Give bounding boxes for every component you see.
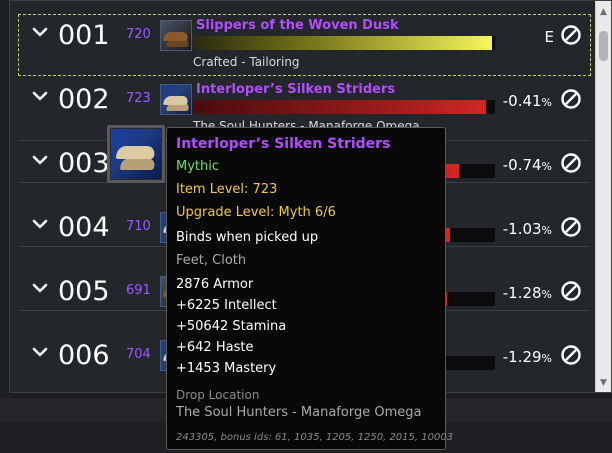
score-delta-value: -0.74 xyxy=(502,156,542,174)
block-icon[interactable] xyxy=(560,216,582,238)
score-delta: -0.74% xyxy=(503,156,552,174)
row-rank: 004 xyxy=(58,212,110,243)
score-bar-fill xyxy=(193,100,486,114)
item-level: 723 xyxy=(126,91,151,106)
score-delta: E xyxy=(545,28,554,46)
row-rank: 003 xyxy=(58,148,110,179)
row-rank: 006 xyxy=(58,340,110,371)
item-icon[interactable] xyxy=(160,20,192,51)
tooltip-stat-haste: +642 Haste xyxy=(176,340,254,355)
item-icon[interactable] xyxy=(160,84,192,115)
score-bar xyxy=(193,36,495,50)
tooltip-item-icon xyxy=(107,125,165,183)
row-rank: 001 xyxy=(58,20,110,51)
block-icon[interactable] xyxy=(560,152,582,174)
scroll-down-icon[interactable]: ▼ xyxy=(596,376,611,390)
chevron-down-icon[interactable] xyxy=(31,151,51,171)
tooltip-item-ids: 243305, bonus ids: 61, 1035, 1205, 1250,… xyxy=(176,432,454,443)
tooltip-item-level: Item Level: 723 xyxy=(176,182,278,197)
item-source: Crafted - Tailoring xyxy=(193,55,300,69)
score-delta-value: -1.29 xyxy=(502,348,542,366)
score-delta: -0.41% xyxy=(503,92,552,110)
tooltip-item-name: Interloper’s Silken Striders xyxy=(176,136,391,152)
score-bar-fill xyxy=(193,36,492,50)
chevron-down-icon[interactable] xyxy=(31,87,51,107)
score-delta-unit: % xyxy=(541,160,552,173)
score-delta: -1.29% xyxy=(503,348,552,366)
score-delta-value: -0.41 xyxy=(502,92,542,110)
block-icon[interactable] xyxy=(560,280,582,302)
tooltip-quality: Mythic xyxy=(176,159,220,174)
scroll-up-icon[interactable]: ▲ xyxy=(596,5,611,19)
tooltip-stat-mastery: +1453 Mastery xyxy=(176,361,277,376)
score-delta-unit: % xyxy=(541,224,552,237)
chevron-down-icon[interactable] xyxy=(31,23,51,43)
vertical-scrollbar[interactable]: ▲ ▼ xyxy=(595,1,611,392)
item-level: 704 xyxy=(126,347,151,362)
item-level: 710 xyxy=(126,219,151,234)
tooltip-binding: Binds when picked up xyxy=(176,230,319,245)
item-tooltip: Interloper’s Silken Striders Mythic Item… xyxy=(166,127,453,450)
tooltip-upgrade-level: Upgrade Level: Myth 6/6 xyxy=(176,205,336,220)
score-delta-unit: % xyxy=(541,352,552,365)
tooltip-stat-intellect: +6225 Intellect xyxy=(176,298,277,313)
row-rank: 002 xyxy=(58,84,110,115)
score-delta-value: E xyxy=(544,28,554,46)
tooltip-drop-location: The Soul Hunters - Manaforge Omega xyxy=(176,405,422,420)
row-rank: 005 xyxy=(58,276,110,307)
item-row-001[interactable]: 001 720 Slippers of the Woven Dusk Craft… xyxy=(18,14,591,76)
item-level: 720 xyxy=(126,27,151,42)
block-icon[interactable] xyxy=(560,24,582,46)
scrollbar-thumb[interactable] xyxy=(599,31,608,61)
chevron-down-icon[interactable] xyxy=(31,343,51,363)
item-name[interactable]: Slippers of the Woven Dusk xyxy=(196,18,399,33)
chevron-down-icon[interactable] xyxy=(31,215,51,235)
score-delta-value: -1.03 xyxy=(502,220,542,238)
score-delta-unit: % xyxy=(541,96,552,109)
block-icon[interactable] xyxy=(560,344,582,366)
tooltip-drop-location-label: Drop Location xyxy=(176,388,260,402)
tooltip-stat-stamina: +50642 Stamina xyxy=(176,319,287,334)
score-bar xyxy=(193,100,495,114)
item-name[interactable]: Interloper’s Silken Striders xyxy=(196,82,395,97)
item-level: 691 xyxy=(126,283,151,298)
tooltip-slot-type: Feet, Cloth xyxy=(176,253,247,268)
score-delta: -1.03% xyxy=(503,220,552,238)
score-delta-unit: % xyxy=(541,288,552,301)
chevron-down-icon[interactable] xyxy=(31,279,51,299)
score-delta: -1.28% xyxy=(503,284,552,302)
score-delta-value: -1.28 xyxy=(502,284,542,302)
tooltip-stat-armor: 2876 Armor xyxy=(176,277,254,292)
block-icon[interactable] xyxy=(560,88,582,110)
